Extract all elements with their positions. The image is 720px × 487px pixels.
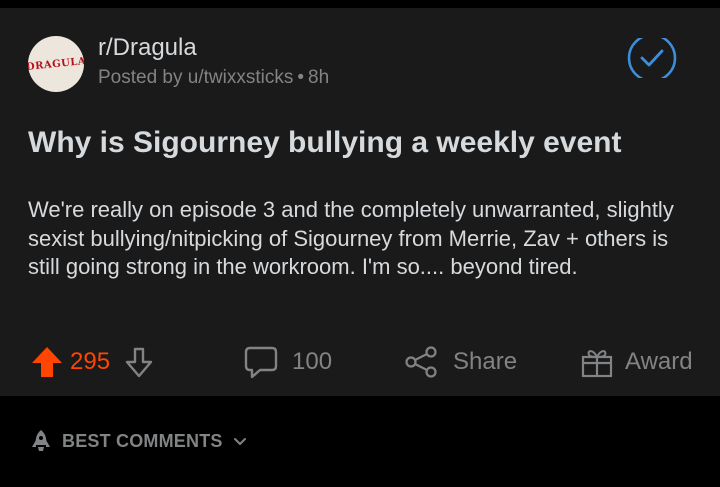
top-divider <box>0 0 720 8</box>
avatar-logo-text: DRAGULA <box>28 55 84 73</box>
upvote-button[interactable] <box>30 345 64 379</box>
vote-group: 295 <box>30 340 156 384</box>
sort-label: BEST COMMENTS <box>62 430 223 451</box>
downvote-button[interactable] <box>122 345 156 379</box>
chevron-down-icon <box>233 438 246 445</box>
comments-button[interactable]: 100 <box>243 340 332 384</box>
post-body: We're really on episode 3 and the comple… <box>28 197 674 279</box>
award-label: Award <box>625 348 693 375</box>
comment-sort-dropdown[interactable]: BEST COMMENTS <box>28 428 249 454</box>
share-icon <box>405 346 437 378</box>
post-age: 8h <box>308 67 330 88</box>
subreddit-name[interactable]: r/Dragula <box>98 34 197 62</box>
comment-count: 100 <box>292 348 333 375</box>
vote-count: 295 <box>70 348 111 375</box>
post-title[interactable]: Why is Sigourney bullying a weekly event <box>28 124 688 162</box>
post-action-bar: 295 100 Share Award <box>0 340 720 384</box>
post-meta: Posted by u/twixxsticks • 8h <box>98 67 329 89</box>
joined-check-icon <box>627 38 677 78</box>
award-button[interactable]: Award <box>580 340 693 384</box>
upvote-arrow-icon <box>32 347 62 377</box>
share-label: Share <box>453 348 518 375</box>
rocket-icon <box>32 430 50 451</box>
award-gift-icon <box>581 350 613 378</box>
share-button[interactable]: Share <box>404 340 517 384</box>
downvote-arrow-icon <box>125 347 153 378</box>
joined-button[interactable] <box>627 38 677 78</box>
comment-bubble-icon <box>244 346 278 379</box>
subreddit-avatar[interactable]: DRAGULA <box>28 36 84 92</box>
meta-separator: • <box>297 67 304 88</box>
posted-by[interactable]: Posted by u/twixxsticks <box>98 67 293 88</box>
